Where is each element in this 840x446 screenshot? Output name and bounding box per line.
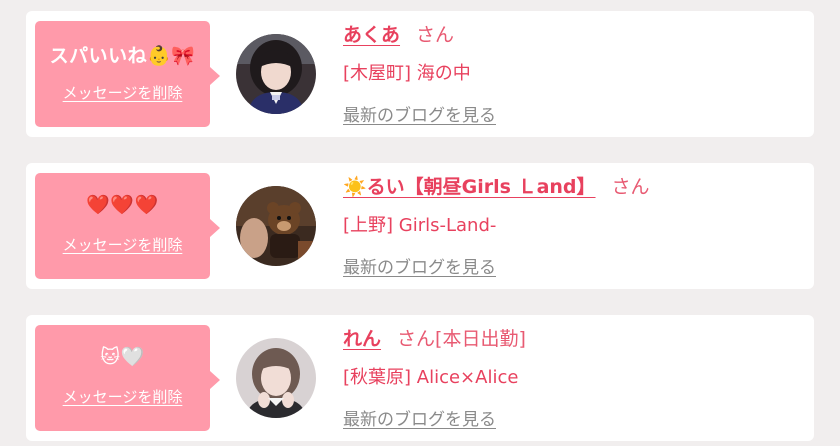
message-text: 🐱🤍 (100, 346, 145, 368)
honorific: さん (611, 176, 650, 198)
latest-blog-link[interactable]: 最新のブログを見る (343, 101, 496, 126)
girl-name-link[interactable]: あくあ (343, 24, 400, 46)
message-list: スパいいね👶🎀 メッセージを削除 あくあ さん [木屋町] 海の中 最新のブログを… (0, 0, 840, 446)
girl-name-link[interactable]: れん (343, 328, 381, 350)
avatar[interactable] (236, 338, 316, 418)
delete-message-link[interactable]: メッセージを削除 (35, 82, 210, 103)
message-bubble: 🐱🤍 メッセージを削除 (35, 325, 220, 431)
avatar[interactable] (236, 186, 316, 266)
delete-message-link[interactable]: メッセージを削除 (35, 234, 210, 255)
message-bubble: スパいいね👶🎀 メッセージを削除 (35, 21, 220, 127)
message-bubble: ❤️❤️❤️ メッセージを削除 (35, 173, 220, 279)
latest-blog-link[interactable]: 最新のブログを見る (343, 253, 496, 278)
shop-name: [秋葉原] Alice×Alice (343, 367, 519, 388)
avatar[interactable] (236, 34, 316, 114)
girl-name-link[interactable]: ☀️るい【朝昼Girls Ｌand】 (343, 176, 596, 198)
girl-info: ☀️るい【朝昼Girls Ｌand】 さん [上野] Girls-Land- 最新… (343, 163, 814, 289)
message-text: スパいいね👶🎀 (49, 45, 196, 67)
shop-name: [木屋町] 海の中 (343, 63, 471, 84)
girl-info: あくあ さん [木屋町] 海の中 最新のブログを見る (343, 11, 814, 137)
girl-info: れん さん[本日出勤] [秋葉原] Alice×Alice 最新のブログを見る (343, 315, 814, 441)
message-card: 🐱🤍 メッセージを削除 れん さん[本日出勤] [秋葉原] Alice×Alice… (26, 315, 814, 441)
message-card: スパいいね👶🎀 メッセージを削除 あくあ さん [木屋町] 海の中 最新のブログを… (26, 11, 814, 137)
honorific: さん (397, 328, 436, 350)
status-text: [本日出勤] (435, 328, 526, 350)
message-card: ❤️❤️❤️ メッセージを削除 ☀️るい【朝昼Girls Ｌand】 さん [上… (26, 163, 814, 289)
honorific: さん (416, 24, 455, 46)
delete-message-link[interactable]: メッセージを削除 (35, 386, 210, 407)
shop-name: [上野] Girls-Land- (343, 215, 497, 236)
message-text: ❤️❤️❤️ (86, 194, 159, 216)
latest-blog-link[interactable]: 最新のブログを見る (343, 405, 496, 430)
